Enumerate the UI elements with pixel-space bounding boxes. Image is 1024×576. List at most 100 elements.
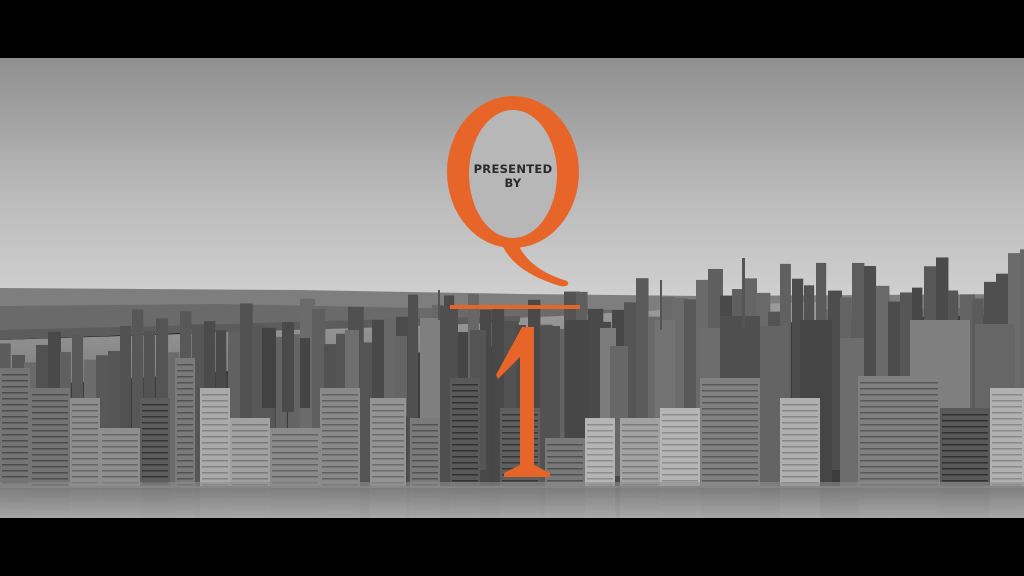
building	[72, 428, 98, 430]
building	[32, 430, 68, 432]
building	[662, 462, 698, 464]
building	[72, 422, 98, 424]
building	[2, 374, 28, 376]
building	[322, 412, 358, 414]
building	[102, 458, 138, 460]
building	[72, 434, 98, 436]
building	[177, 478, 193, 480]
building	[177, 364, 193, 366]
building	[2, 440, 28, 442]
building	[860, 400, 938, 402]
building	[662, 468, 698, 470]
building	[372, 458, 404, 460]
building	[622, 472, 658, 474]
building	[102, 440, 138, 442]
building	[232, 424, 268, 426]
building	[142, 446, 168, 448]
building	[662, 450, 698, 452]
building	[782, 440, 818, 442]
building	[372, 422, 404, 424]
building	[942, 438, 988, 440]
building	[32, 436, 68, 438]
building	[322, 454, 358, 456]
building	[262, 328, 276, 408]
building	[782, 404, 818, 406]
building	[860, 388, 938, 390]
building	[702, 474, 758, 476]
building	[942, 420, 988, 422]
building	[860, 412, 938, 414]
building	[702, 432, 758, 434]
building	[32, 448, 68, 450]
building	[177, 472, 193, 474]
building	[942, 468, 988, 470]
building	[177, 382, 193, 384]
building	[142, 410, 168, 412]
building	[2, 434, 28, 436]
building	[202, 454, 228, 456]
building	[177, 400, 193, 402]
building	[942, 462, 988, 464]
building	[32, 442, 68, 444]
building	[322, 478, 358, 480]
building	[782, 452, 818, 454]
building	[142, 470, 168, 472]
building	[177, 424, 193, 426]
building	[202, 478, 228, 480]
building	[322, 448, 358, 450]
building	[102, 446, 138, 448]
building	[702, 462, 758, 464]
building	[372, 410, 404, 412]
building	[702, 480, 758, 482]
building	[177, 406, 193, 408]
building	[72, 440, 98, 442]
building	[992, 448, 1022, 450]
building	[992, 412, 1022, 414]
building	[782, 434, 818, 436]
building	[72, 476, 98, 478]
building	[992, 478, 1022, 480]
building	[942, 450, 988, 452]
building	[860, 430, 938, 432]
building	[942, 414, 988, 416]
building	[202, 424, 228, 426]
building	[860, 436, 938, 438]
building	[992, 424, 1022, 426]
building	[177, 436, 193, 438]
building	[702, 444, 758, 446]
building	[32, 412, 68, 414]
building	[32, 400, 68, 402]
building	[622, 478, 658, 480]
building	[202, 418, 228, 420]
building	[322, 442, 358, 444]
q-letter-icon	[447, 96, 579, 287]
building	[942, 432, 988, 434]
building	[177, 454, 193, 456]
building	[860, 466, 938, 468]
building	[372, 470, 404, 472]
building	[177, 388, 193, 390]
building	[322, 394, 358, 396]
building	[622, 436, 658, 438]
letterbox-bottom	[0, 518, 1024, 576]
building	[942, 444, 988, 446]
building	[72, 410, 98, 412]
building	[622, 454, 658, 456]
building	[742, 258, 745, 328]
building	[2, 398, 28, 400]
building	[32, 460, 68, 462]
building	[202, 442, 228, 444]
building	[322, 466, 358, 468]
building	[177, 442, 193, 444]
building	[2, 422, 28, 424]
building	[272, 476, 318, 478]
building	[142, 422, 168, 424]
building	[232, 472, 268, 474]
building	[300, 338, 310, 408]
building	[992, 472, 1022, 474]
building	[177, 370, 193, 372]
building	[72, 416, 98, 418]
building	[942, 456, 988, 458]
building	[202, 400, 228, 402]
building	[142, 476, 168, 478]
